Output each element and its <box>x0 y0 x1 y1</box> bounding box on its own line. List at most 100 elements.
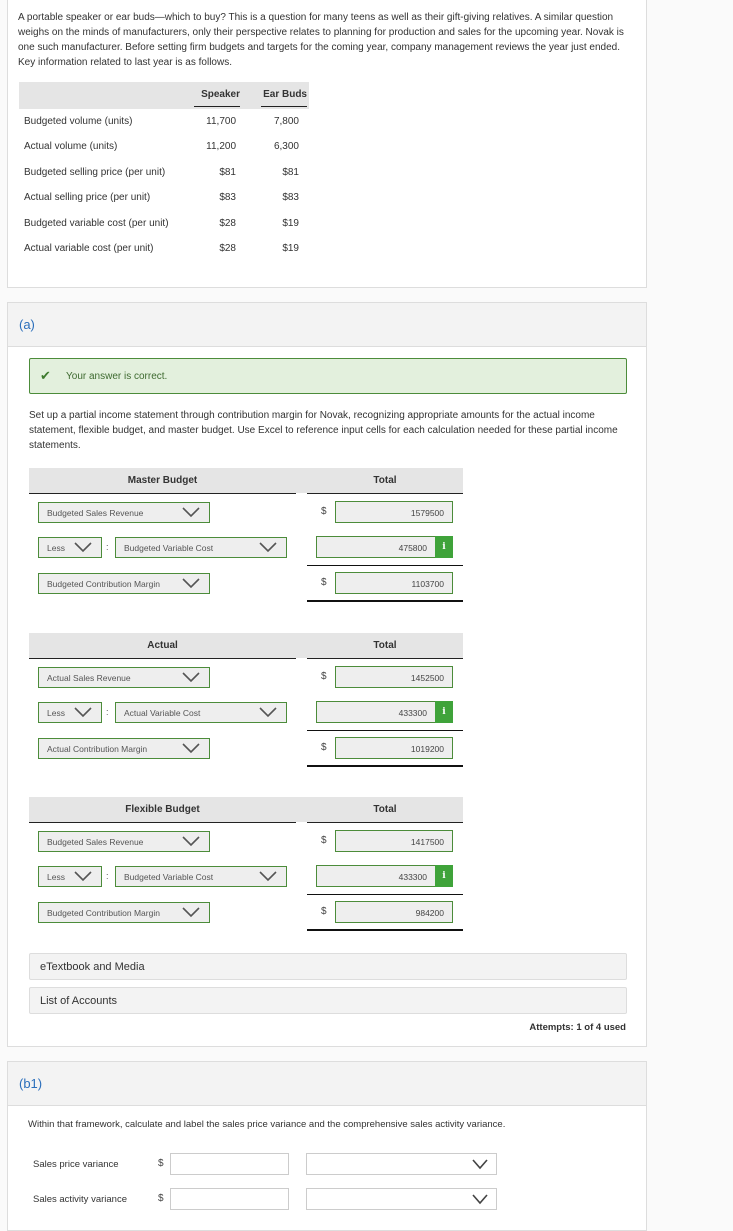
select-value: Budgeted Contribution Margin <box>47 908 160 918</box>
table-row: Budgeted variable cost (per unit) $28 $1… <box>19 211 309 236</box>
row-label: Budgeted volume (units) <box>24 116 133 127</box>
margin-account-select[interactable]: Actual Contribution Margin <box>38 738 210 759</box>
select-value: Budgeted Variable Cost <box>124 543 214 553</box>
total-column-header: Total <box>373 640 397 651</box>
chevron-down-icon <box>259 707 277 718</box>
row-label: Actual volume (units) <box>24 141 118 153</box>
chevron-down-icon <box>182 907 200 918</box>
row-label: Budgeted selling price (per unit) <box>24 166 166 178</box>
table-row: Budgeted volume (units) 11,700 7,800 <box>19 109 309 134</box>
etextbook-and-media-button[interactable]: eTextbook and Media <box>29 953 627 980</box>
statement-title: Flexible Budget <box>125 804 200 815</box>
chevron-down-icon <box>182 672 200 683</box>
chevron-down-icon <box>472 1159 488 1170</box>
header-underline <box>307 493 463 494</box>
cost-account-select[interactable]: Budgeted Variable Cost <box>115 537 287 558</box>
select-value: Less <box>47 872 65 882</box>
key-information-table: Speaker Ear Buds Budgeted volume (units)… <box>19 82 309 261</box>
revenue-total-input[interactable]: 1579500 <box>335 501 453 523</box>
sales-activity-variance-input[interactable] <box>170 1188 289 1210</box>
select-value: Actual Variable Cost <box>124 708 201 718</box>
total-double-rule <box>307 600 463 602</box>
separator: : <box>106 707 109 717</box>
table-row: Budgeted selling price (per unit) $81 $8… <box>19 160 309 185</box>
currency-symbol: $ <box>158 1193 164 1204</box>
cost-total-input[interactable]: 433300 <box>316 701 436 723</box>
ear-buds-value: $19 <box>282 242 299 254</box>
operator-select[interactable]: Less <box>38 702 102 723</box>
margin-total-input[interactable]: 1103700 <box>335 572 453 594</box>
total-double-rule <box>307 765 463 767</box>
sales-price-variance-label: Sales price variance <box>33 1159 119 1170</box>
info-icon[interactable]: i <box>435 536 453 558</box>
separator: : <box>106 542 109 552</box>
list-of-accounts-label: List of Accounts <box>40 995 118 1007</box>
subtotal-rule <box>307 565 463 566</box>
part-b1-header: (b1) <box>8 1062 646 1106</box>
income-statement: Flexible Budget Total Budgeted Sales Rev… <box>29 797 463 937</box>
total-column-header: Total <box>373 475 397 486</box>
margin-total-input[interactable]: 984200 <box>335 901 453 923</box>
operator-select[interactable]: Less <box>38 866 102 887</box>
chevron-down-icon <box>259 542 277 553</box>
header-underline <box>29 493 296 494</box>
header-underline <box>29 658 296 659</box>
sales-price-variance-input[interactable] <box>170 1153 289 1175</box>
chevron-down-icon <box>182 836 200 847</box>
chevron-down-icon <box>74 707 92 718</box>
row-label: Actual selling price (per unit) <box>24 192 151 204</box>
currency-symbol: $ <box>321 835 327 846</box>
info-icon[interactable]: i <box>435 701 453 723</box>
speaker-value: $81 <box>219 166 236 178</box>
speaker-value: $28 <box>219 217 236 229</box>
cost-account-select[interactable]: Actual Variable Cost <box>115 702 287 723</box>
cost-total-input[interactable]: 433300 <box>316 865 436 887</box>
chevron-down-icon <box>182 743 200 754</box>
currency-symbol: $ <box>321 906 327 917</box>
select-value: Actual Sales Revenue <box>47 673 131 683</box>
subtotal-rule <box>307 894 463 895</box>
problem-statement-panel: A portable speaker or ear buds—which to … <box>7 0 647 288</box>
operator-select[interactable]: Less <box>38 537 102 558</box>
total-column-header: Total <box>373 804 397 815</box>
speaker-value: $83 <box>219 192 236 204</box>
chevron-down-icon <box>182 578 200 589</box>
revenue-account-select[interactable]: Actual Sales Revenue <box>38 667 210 688</box>
sales-price-variance-label-select[interactable] <box>306 1153 497 1175</box>
margin-total-input[interactable]: 1019200 <box>335 737 453 759</box>
select-value: Budgeted Sales Revenue <box>47 837 144 847</box>
revenue-total-input[interactable]: 1452500 <box>335 666 453 688</box>
row-label: Budgeted variable cost (per unit) <box>24 217 169 229</box>
info-icon[interactable]: i <box>435 865 453 887</box>
revenue-account-select[interactable]: Budgeted Sales Revenue <box>38 502 210 523</box>
select-value: Budgeted Variable Cost <box>124 872 214 882</box>
table-header: Speaker Ear Buds <box>19 82 309 109</box>
revenue-account-select[interactable]: Budgeted Sales Revenue <box>38 831 210 852</box>
etextbook-label: eTextbook and Media <box>40 961 145 973</box>
cost-total-input[interactable]: 475800 <box>316 536 436 558</box>
currency-symbol: $ <box>321 671 327 682</box>
total-double-rule <box>307 929 463 931</box>
revenue-total-input[interactable]: 1417500 <box>335 830 453 852</box>
cost-account-select[interactable]: Budgeted Variable Cost <box>115 866 287 887</box>
margin-account-select[interactable]: Budgeted Contribution Margin <box>38 902 210 923</box>
part-a-instructions: Set up a partial income statement throug… <box>29 410 618 451</box>
list-of-accounts-button[interactable]: List of Accounts <box>29 987 627 1014</box>
chevron-down-icon <box>74 871 92 882</box>
problem-description: A portable speaker or ear buds—which to … <box>18 12 624 68</box>
margin-account-select[interactable]: Budgeted Contribution Margin <box>38 573 210 594</box>
part-a-label: (a) <box>19 317 35 332</box>
ear-buds-value: $19 <box>282 217 299 229</box>
sales-price-variance-row: Sales price variance $ <box>8 1153 648 1177</box>
sales-activity-variance-label-select[interactable] <box>306 1188 497 1210</box>
chevron-down-icon <box>259 871 277 882</box>
select-value: Less <box>47 543 65 553</box>
currency-symbol: $ <box>321 506 327 517</box>
attempts-counter: Attempts: 1 of 4 used <box>529 1022 626 1033</box>
part-a-header: (a) <box>8 303 646 347</box>
currency-symbol: $ <box>158 1158 164 1169</box>
speaker-value: 11,700 <box>206 116 236 127</box>
table-row: Actual volume (units) 11,200 6,300 <box>19 134 309 159</box>
ear-buds-value: 7,800 <box>273 116 299 127</box>
select-value: Budgeted Sales Revenue <box>47 508 144 518</box>
